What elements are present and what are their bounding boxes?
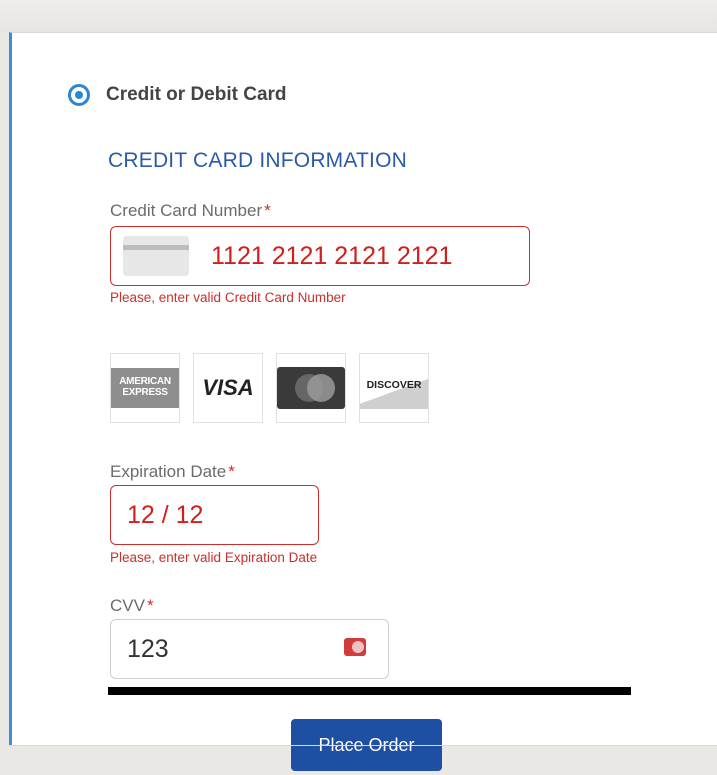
mastercard-logo [276, 353, 346, 423]
required-mark: * [228, 462, 235, 481]
discover-icon: DISCOVER [360, 367, 428, 409]
card-number-label-text: Credit Card Number [110, 201, 263, 220]
card-number-error: Please, enter valid Credit Card Number [110, 290, 346, 305]
card-number-label: Credit Card Number * [110, 201, 271, 221]
discover-logo: DISCOVER [359, 353, 429, 423]
radio-selected-dot [75, 91, 83, 99]
payment-method-label: Credit or Debit Card [106, 84, 287, 105]
expiration-label: Expiration Date * [110, 462, 235, 482]
mastercard-icon [277, 367, 345, 409]
payment-panel: Credit or Debit Card CREDIT CARD INFORMA… [9, 32, 717, 746]
visa-logo: VISA [193, 353, 263, 423]
section-title: CREDIT CARD INFORMATION [108, 149, 407, 172]
cvv-label: CVV * [110, 596, 154, 616]
page-backdrop [0, 0, 717, 32]
required-mark: * [264, 201, 271, 220]
amex-icon: AMERICAN EXPRESS [111, 368, 179, 408]
cvv-card-icon [344, 638, 366, 656]
cvv-label-text: CVV [110, 596, 145, 615]
expiration-input[interactable]: 12 / 12 [110, 485, 319, 545]
amex-line1: AMERICAN [119, 376, 171, 387]
credit-card-icon [123, 236, 189, 276]
card-number-value: 1121 2121 2121 2121 [211, 241, 453, 270]
card-brands: AMERICAN EXPRESS VISA DISCOVER [110, 353, 429, 423]
payment-method-option[interactable]: Credit or Debit Card [68, 82, 287, 108]
redaction-bar [108, 687, 631, 695]
expiration-label-text: Expiration Date [110, 462, 227, 481]
card-number-input[interactable]: 1121 2121 2121 2121 [110, 226, 530, 286]
cvv-input[interactable]: 123 [110, 619, 389, 679]
amex-line2: EXPRESS [122, 387, 168, 398]
expiration-value: 12 / 12 [127, 500, 204, 529]
visa-icon: VISA [202, 375, 254, 400]
required-mark: * [146, 596, 154, 615]
expiration-error: Please, enter valid Expiration Date [110, 550, 318, 565]
amex-logo: AMERICAN EXPRESS [110, 353, 180, 423]
credit-card-stripe [123, 245, 189, 250]
cvv-value: 123 [127, 634, 169, 663]
panel-bottom-border [9, 745, 717, 746]
payment-method-radio[interactable] [68, 84, 90, 106]
